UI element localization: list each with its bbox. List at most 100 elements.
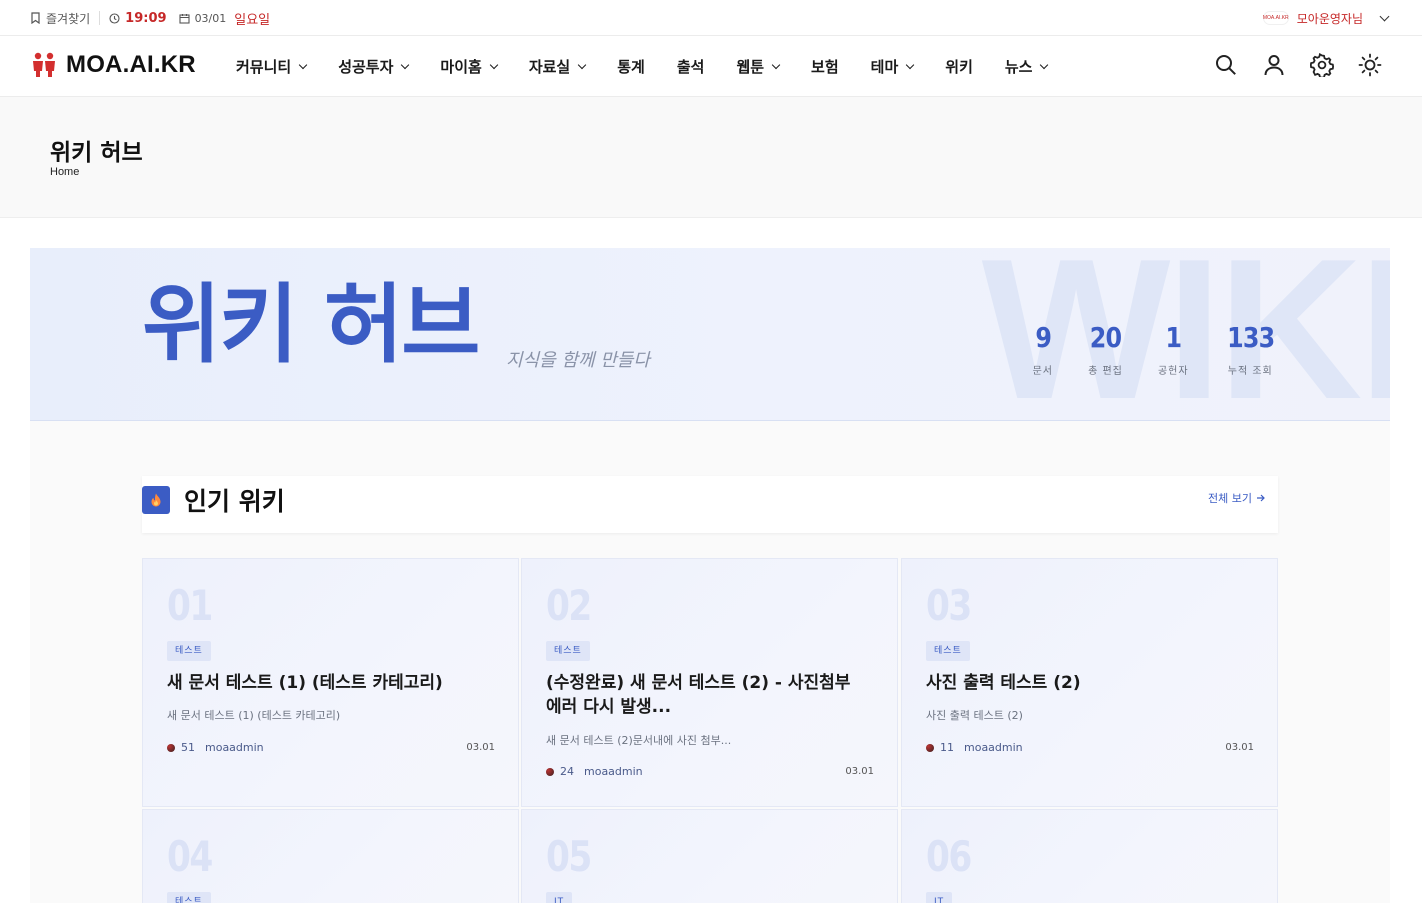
calendar-icon xyxy=(179,13,190,24)
breadcrumb-home[interactable]: Home xyxy=(50,166,79,178)
clock: 19:09 xyxy=(109,10,167,26)
wiki-card[interactable]: 05 IT xyxy=(521,809,898,903)
brand-name: MOA.AI.KR xyxy=(66,51,196,78)
card-rank: 05 xyxy=(546,832,592,881)
user-icon xyxy=(1264,55,1284,76)
header-actions xyxy=(1214,53,1382,77)
wiki-card[interactable]: 06 IT xyxy=(901,809,1278,903)
category-tag[interactable]: 테스트 xyxy=(546,641,590,661)
site-logo-small: MOA.AI.KR xyxy=(1262,11,1289,25)
current-day: 일요일 xyxy=(234,12,271,28)
nav-community[interactable]: 커뮤니티 xyxy=(236,56,308,77)
nav-stats[interactable]: 통계 xyxy=(617,56,645,77)
view-all-link[interactable]: 전체 보기 xyxy=(1208,490,1266,506)
view-count: 51 xyxy=(181,741,195,754)
arrow-right-icon xyxy=(1257,494,1265,502)
nav-library[interactable]: 자료실 xyxy=(529,56,587,77)
bookmark-link[interactable]: 즐겨찾기 xyxy=(30,10,90,27)
sun-icon xyxy=(1358,53,1382,77)
author: moaadmin xyxy=(584,765,643,778)
main-nav: 커뮤니티 성공투자 마이홈 자료실 통계 출석 웹툰 보험 테마 위키 뉴스 xyxy=(236,36,1079,97)
wiki-card[interactable]: 03 테스트 사진 출력 테스트 (2) 사진 출력 테스트 (2) 11 mo… xyxy=(901,558,1278,807)
hero-subtitle: 지식을 함께 만들다 xyxy=(506,350,650,371)
profile-button[interactable] xyxy=(1262,53,1286,77)
chevron-down-icon xyxy=(771,60,781,70)
nav-myhome[interactable]: 마이홈 xyxy=(440,56,499,77)
nav-webtoon[interactable]: 웹툰 xyxy=(736,56,781,77)
people-icon xyxy=(33,52,55,77)
card-meta: 11 moaadmin 03.01 xyxy=(926,741,1254,754)
clock-icon xyxy=(109,12,120,24)
card-excerpt: 새 문서 테스트 (2)문서내에 사진 첨부... xyxy=(546,734,732,747)
card-title[interactable]: (수정완료) 새 문서 테스트 (2) - 사진첨부 에러 다시 발생... xyxy=(546,671,866,719)
card-date: 03.01 xyxy=(1225,742,1254,753)
card-rank: 03 xyxy=(926,581,972,630)
wiki-card[interactable]: 01 테스트 새 문서 테스트 (1) (테스트 카테고리) 새 문서 테스트 … xyxy=(142,558,519,807)
category-tag[interactable]: 테스트 xyxy=(926,641,970,661)
nav-theme[interactable]: 테마 xyxy=(871,56,915,77)
gear-icon xyxy=(1310,53,1334,77)
chevron-down-icon xyxy=(906,60,915,70)
chevron-down-icon xyxy=(298,60,308,70)
nav-insurance[interactable]: 보험 xyxy=(811,56,839,77)
wiki-card[interactable]: 04 테스트 xyxy=(142,809,519,903)
avatar xyxy=(926,743,934,752)
fire-icon xyxy=(142,486,170,514)
current-date: 03/01 xyxy=(194,11,227,25)
stat-documents: 9 문서 xyxy=(1032,321,1053,378)
popular-wiki-header: 인기 위키 전체 보기 xyxy=(142,476,1278,533)
avatar xyxy=(167,743,175,752)
current-time: 19:09 xyxy=(125,10,167,26)
card-excerpt: 사진 출력 테스트 (2) xyxy=(926,709,1023,722)
stat-total-edits: 20 총 편집 xyxy=(1088,321,1123,378)
avatar xyxy=(546,767,554,776)
hero-title: 위키 허브 xyxy=(142,275,480,375)
card-rank: 02 xyxy=(546,581,592,630)
card-rank: 01 xyxy=(167,581,213,630)
main-header: MOA.AI.KR 커뮤니티 성공투자 마이홈 자료실 통계 출석 웹툰 보험 … xyxy=(0,36,1422,97)
section-title: 인기 위키 xyxy=(184,487,285,516)
settings-button[interactable] xyxy=(1310,53,1334,77)
chevron-down-icon xyxy=(1379,11,1390,21)
chevron-down-icon xyxy=(577,60,587,70)
card-title[interactable]: 새 문서 테스트 (1) (테스트 카테고리) xyxy=(167,671,487,695)
view-count: 24 xyxy=(560,765,574,778)
author: moaadmin xyxy=(964,741,1023,754)
card-title[interactable]: 사진 출력 테스트 (2) xyxy=(926,671,1246,695)
chevron-down-icon xyxy=(1040,60,1049,70)
category-tag[interactable]: IT xyxy=(926,892,953,903)
user-menu[interactable]: MOA.AI.KR 모아운영자님 xyxy=(1262,0,1390,36)
wiki-hero: WIKI 위키 허브 지식을 함께 만들다 9 문서 20 총 편집 1 공헌자… xyxy=(30,248,1390,421)
user-label: 모아운영자님 xyxy=(1296,11,1363,26)
card-excerpt: 새 문서 테스트 (1) (테스트 카테고리) xyxy=(167,709,341,722)
card-meta: 51 moaadmin 03.01 xyxy=(167,741,495,754)
calendar: 03/01 일요일 xyxy=(179,9,271,28)
author: moaadmin xyxy=(205,741,264,754)
nav-attendance[interactable]: 출석 xyxy=(677,56,705,77)
category-tag[interactable]: 테스트 xyxy=(167,641,211,661)
page-header: 위키 허브 Home xyxy=(0,97,1422,218)
breadcrumb[interactable]: Home xyxy=(50,166,79,178)
theme-toggle-button[interactable] xyxy=(1358,53,1382,77)
card-rank: 04 xyxy=(167,832,213,881)
wiki-card[interactable]: 02 테스트 (수정완료) 새 문서 테스트 (2) - 사진첨부 에러 다시 … xyxy=(521,558,898,807)
stat-total-views: 133 누적 조회 xyxy=(1226,321,1275,378)
search-button[interactable] xyxy=(1214,53,1238,77)
nav-investing[interactable]: 성공투자 xyxy=(338,56,410,77)
card-meta: 24 moaadmin 03.01 xyxy=(546,765,874,778)
card-date: 03.01 xyxy=(845,766,874,777)
card-rank: 06 xyxy=(926,832,972,881)
stat-contributors: 1 공헌자 xyxy=(1157,321,1189,378)
nav-wiki[interactable]: 위키 xyxy=(945,56,973,77)
chevron-down-icon xyxy=(489,60,499,70)
nav-news[interactable]: 뉴스 xyxy=(1005,56,1049,77)
card-date: 03.01 xyxy=(466,742,495,753)
brand-logo[interactable]: MOA.AI.KR xyxy=(30,51,196,79)
chevron-down-icon xyxy=(401,60,410,70)
bookmark-label: 즐겨찾기 xyxy=(46,11,91,26)
view-count: 11 xyxy=(940,741,954,754)
category-tag[interactable]: 테스트 xyxy=(167,892,211,903)
wiki-stats: 9 문서 20 총 편집 1 공헌자 133 누적 조회 xyxy=(999,321,1278,378)
page-title: 위키 허브 xyxy=(50,140,143,166)
category-tag[interactable]: IT xyxy=(546,892,573,903)
